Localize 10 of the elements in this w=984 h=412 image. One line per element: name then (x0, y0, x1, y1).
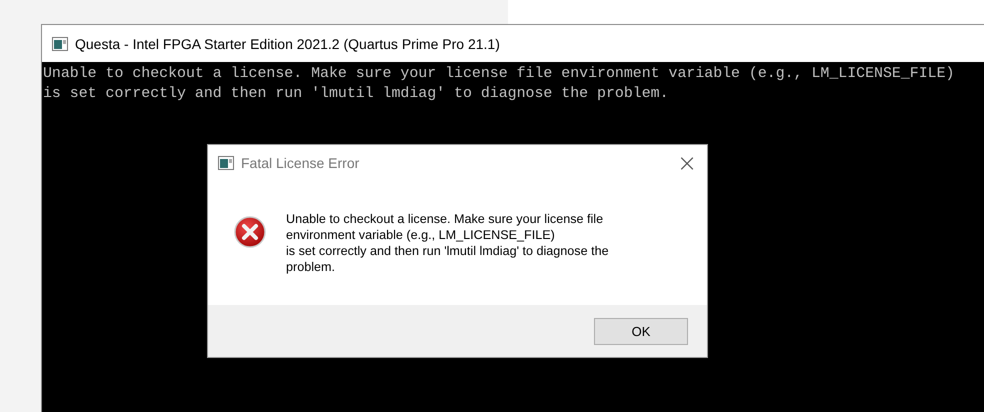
error-message: Unable to checkout a license. Make sure your license file environment variable (e.g., LM_LICENSE_FILE) is set correctly and then run 'lmutil lmdiag' to diagnose the problem. (286, 211, 609, 275)
app-icon (52, 36, 68, 50)
window-title: Questa - Intel FPGA Starter Edition 2021.2 (Quartus Prime Pro 21.1) (75, 36, 500, 52)
close-button[interactable]: × (667, 148, 707, 178)
console-line: is set correctly and then run 'lmutil lmdiag' to diagnose the problem. (43, 85, 670, 104)
console-line: Unable to checkout a license. Make sure your license file environment variable (e.g., LM_LICENSE_FILE) (43, 65, 956, 84)
app-icon (218, 156, 234, 170)
ok-button[interactable]: OK (594, 318, 688, 344)
error-icon (234, 216, 266, 248)
dialog-title: Fatal License Error (241, 155, 360, 171)
